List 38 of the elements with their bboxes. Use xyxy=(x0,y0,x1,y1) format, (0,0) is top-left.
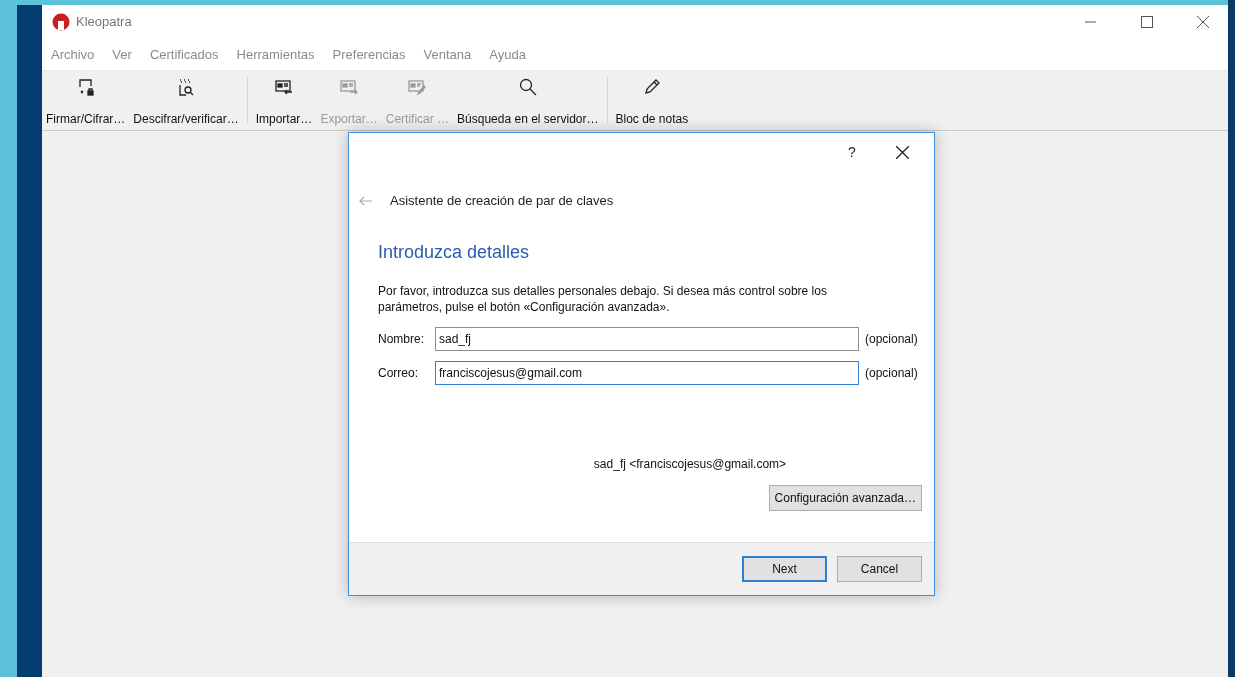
certificate-import-icon xyxy=(274,77,295,97)
document-magnifier-icon xyxy=(176,77,196,97)
toolbar-button[interactable]: Importar… xyxy=(251,71,317,130)
certificate-pen-icon xyxy=(407,77,428,97)
certificate-export-icon xyxy=(339,77,360,97)
close-icon xyxy=(895,145,909,159)
back-button[interactable] xyxy=(359,195,372,206)
menu-item[interactable]: Ver xyxy=(112,46,132,62)
instructions-text: Por favor, introduzca sus detalles personales debajo. Si desea más control sobre los parámetros, pulse el botón «Configuración avanzada». xyxy=(378,283,828,315)
menu-item[interactable]: Certificados xyxy=(149,46,219,62)
back-arrow-icon xyxy=(359,195,372,206)
toolbar-button[interactable]: Firmar/Cifrar… xyxy=(42,71,130,130)
user-id-preview: sad_fj <franciscojesus@gmail.com> xyxy=(592,457,787,471)
input-field[interactable]: franciscojesus@gmail.com xyxy=(435,361,859,385)
menu-item[interactable]: Ventana xyxy=(423,46,472,62)
search-icon xyxy=(517,77,538,97)
help-button[interactable]: ? xyxy=(834,137,870,167)
window-title: Kleopatra xyxy=(76,14,133,29)
toolbar-button[interactable]: Descifrar/verificar… xyxy=(129,71,243,130)
toolbar-button[interactable]: Búsqueda en el servidor… xyxy=(453,71,603,130)
optional-note: (opcional) xyxy=(865,366,918,380)
field-label: Correo: xyxy=(378,366,419,380)
dialog-button[interactable]: Cancel xyxy=(837,556,922,582)
input-field[interactable]: sad_fj xyxy=(435,327,859,351)
page-heading: Introduzca detalles xyxy=(378,242,531,263)
menu-item[interactable]: Herramientas xyxy=(236,46,315,62)
menu-item[interactable]: Archivo xyxy=(51,46,95,62)
wizard-title: Asistente de creación de par de claves xyxy=(390,193,614,208)
optional-note: (opcional) xyxy=(865,332,918,346)
field-label: Nombre: xyxy=(378,332,425,346)
maximize-icon xyxy=(1141,15,1153,28)
toolbar-button[interactable]: Bloc de notas xyxy=(611,71,693,130)
app-logo-icon xyxy=(52,12,70,31)
menu-item[interactable]: Preferencias xyxy=(332,46,406,62)
advanced-settings-button[interactable]: Configuración avanzada… xyxy=(768,485,922,511)
menu-item[interactable]: Ayuda xyxy=(489,46,526,62)
close-icon xyxy=(1197,15,1209,28)
dialog-button[interactable]: Next xyxy=(742,556,827,582)
